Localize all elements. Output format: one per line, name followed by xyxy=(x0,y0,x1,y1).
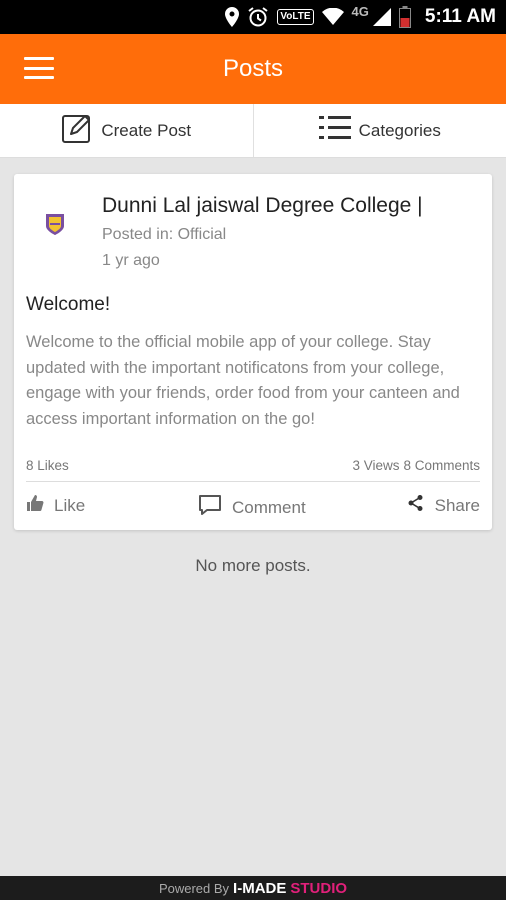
post-card: Dunni Lal jaiswal Degree College | Poste… xyxy=(14,174,492,530)
like-label: Like xyxy=(54,495,86,515)
comments-count: 8 Comments xyxy=(403,458,480,473)
feed-end-message: No more posts. xyxy=(195,556,311,575)
post-author[interactable]: Dunni Lal jaiswal Degree College | xyxy=(102,194,423,218)
likes-count: 8 Likes xyxy=(26,458,69,473)
thumbs-up-icon xyxy=(26,494,44,517)
post-category: Posted in: Official xyxy=(102,226,227,243)
post-title: Welcome! xyxy=(26,294,111,315)
share-button[interactable]: Share xyxy=(407,494,480,517)
signal-icon xyxy=(372,8,391,26)
post-toolbar: Create Post Categories xyxy=(0,104,506,158)
create-post-button[interactable]: Create Post xyxy=(0,104,253,157)
categories-button[interactable]: Categories xyxy=(252,104,506,157)
footer-prefix: Powered By xyxy=(158,880,230,896)
post-body: Welcome to the official mobile app of yo… xyxy=(26,333,460,428)
create-post-label: Create Post xyxy=(101,120,192,140)
wifi-icon xyxy=(321,8,344,26)
divider xyxy=(26,481,480,482)
share-icon xyxy=(407,494,425,517)
post-time: 1 yr ago xyxy=(102,252,160,269)
footer: Powered By I-MADE STUDIO xyxy=(0,876,506,900)
volte-icon: VoLTE xyxy=(277,9,314,25)
clock: 5:11 AM xyxy=(424,6,496,27)
footer-brand-suffix: STUDIO xyxy=(290,879,348,897)
battery-icon xyxy=(398,6,411,28)
post-stats: 3 Views 8 Comments xyxy=(352,458,480,473)
status-bar: VoLTE 4G 5:11 AM xyxy=(0,0,506,34)
views-count: 3 Views xyxy=(352,458,400,473)
network-type: 4G xyxy=(351,3,369,19)
categories-label: Categories xyxy=(358,120,441,140)
location-icon xyxy=(225,7,240,27)
page-title: Posts xyxy=(222,55,284,82)
alarm-icon xyxy=(247,6,269,28)
menu-icon[interactable] xyxy=(24,57,54,79)
comment-label: Comment xyxy=(232,497,306,517)
college-logo xyxy=(42,210,68,236)
like-button[interactable]: Like xyxy=(26,494,85,517)
footer-brand: I-MADE xyxy=(233,879,287,897)
comment-icon xyxy=(198,494,222,521)
list-icon xyxy=(318,114,351,147)
share-label: Share xyxy=(434,495,480,515)
edit-icon xyxy=(61,112,93,149)
app-bar: Posts xyxy=(0,34,506,104)
comment-button[interactable]: Comment xyxy=(198,494,306,521)
